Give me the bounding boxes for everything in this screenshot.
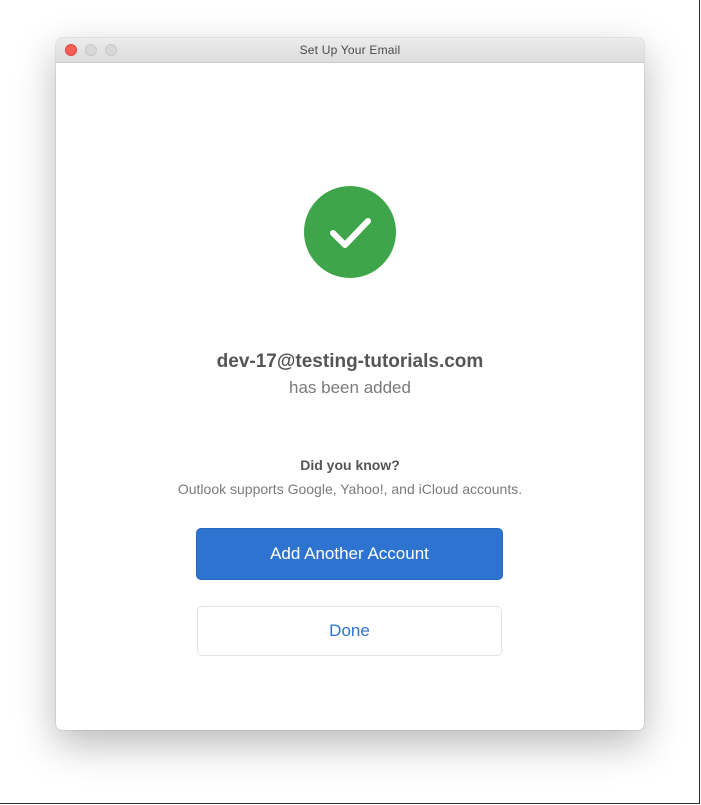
tip-heading: Did you know? xyxy=(300,457,400,473)
account-email: dev-17@testing-tutorials.com xyxy=(216,351,484,372)
setup-email-window: Set Up Your Email dev-17@testing-tutoria… xyxy=(56,38,644,730)
window-title: Set Up Your Email xyxy=(299,43,401,57)
account-added-message: has been added xyxy=(289,378,411,397)
window-content: dev-17@testing-tutorials.com has been ad… xyxy=(56,63,644,730)
tip-text: Outlook supports Google, Yahoo!, and iCl… xyxy=(177,481,523,497)
add-another-account-button[interactable]: Add Another Account xyxy=(196,528,503,580)
checkmark-icon xyxy=(304,186,396,278)
done-button[interactable]: Done xyxy=(197,606,502,656)
title-bar: Set Up Your Email xyxy=(56,38,644,63)
